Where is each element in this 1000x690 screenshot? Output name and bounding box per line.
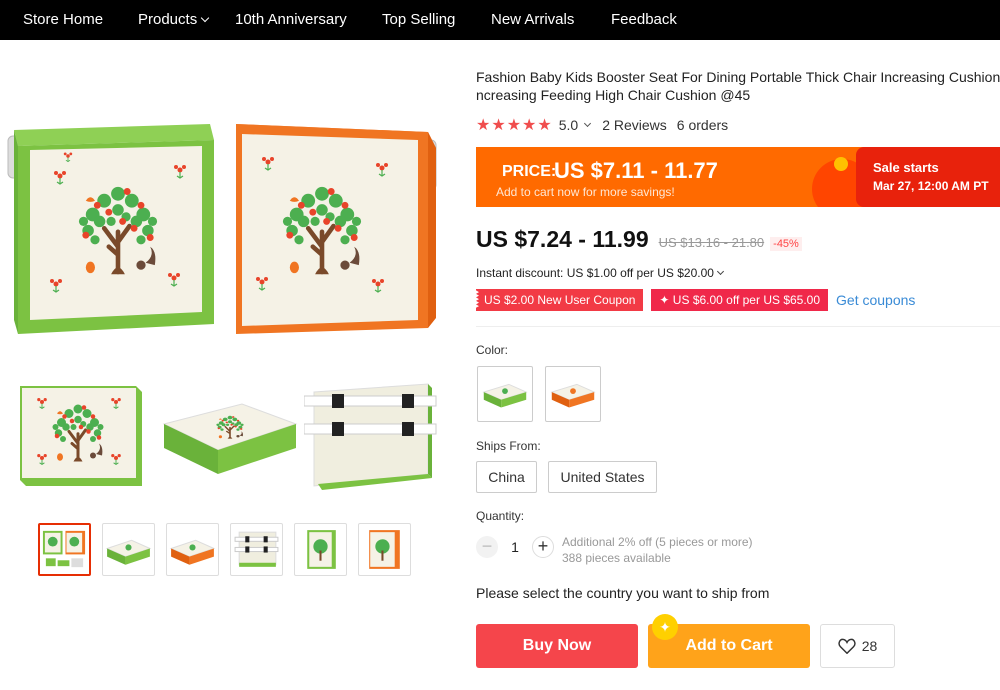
promo-price-label: PRICE: — [502, 163, 557, 180]
quantity-label: Quantity: — [476, 509, 525, 523]
instant-discount-text: Instant discount: US $1.00 off per US $2… — [476, 266, 714, 280]
store-coupon[interactable]: ✦ US $6.00 off per US $65.00 — [651, 289, 829, 311]
orders-count: 6 orders — [676, 117, 729, 133]
chevron-down-icon — [200, 13, 210, 23]
wishlist-count: 28 — [861, 638, 878, 654]
get-coupons-link[interactable]: Get coupons — [836, 292, 915, 308]
thumbnail-strip — [38, 523, 422, 576]
sale-start-box: Sale starts Mar 27, 12:00 AM PT — [856, 147, 1000, 207]
bulk-discount-note: Additional 2% off (5 pieces or more) — [562, 535, 753, 549]
product-title-line-1: Fashion Baby Kids Booster Seat For Dinin… — [476, 69, 1000, 85]
divider — [476, 326, 1000, 327]
color-label: Color: — [476, 343, 509, 357]
chevron-down-icon — [716, 267, 724, 276]
gallery-image-angled[interactable] — [160, 378, 300, 498]
discount-badge: -45% — [770, 237, 802, 251]
quantity-note: Additional 2% off (5 pieces or more) 388… — [562, 534, 753, 566]
reviews-link[interactable]: 2 Reviews — [602, 117, 667, 133]
nav-new-arrivals[interactable]: New Arrivals — [491, 11, 574, 28]
thumbnail-2[interactable] — [102, 523, 155, 576]
new-user-coupon[interactable]: US $2.00 New User Coupon — [476, 289, 644, 311]
original-price: US $13.16 - 21.80 — [658, 235, 765, 250]
quantity-increase-button[interactable]: + — [532, 536, 554, 558]
promo-banner: PRICE: US $7.11 - 11.77 Add to cart now … — [476, 147, 1000, 207]
chevron-down-icon[interactable] — [584, 119, 592, 128]
nav-products-label: Products — [138, 11, 198, 28]
product-title-line-2: ncreasing Feeding High Chair Cushion @45 — [476, 87, 751, 103]
rating-value[interactable]: 5.0 — [559, 117, 578, 133]
wishlist-button[interactable]: 28 — [820, 624, 895, 668]
sale-title: Sale starts — [873, 160, 939, 175]
quantity-stepper: − 1 + — [476, 536, 554, 558]
price-row: US $7.24 - 11.99 US $13.16 - 21.80 -45% — [476, 226, 802, 253]
thumbnail-5[interactable] — [294, 523, 347, 576]
nav-feedback[interactable]: Feedback — [611, 11, 677, 28]
gallery-image-straps[interactable] — [303, 378, 444, 498]
promo-subtext: Add to cart now for more savings! — [496, 185, 675, 199]
nav-top-selling[interactable]: Top Selling — [382, 11, 455, 28]
thumbnail-1[interactable] — [38, 523, 91, 576]
thumbnail-6[interactable] — [358, 523, 411, 576]
instant-discount[interactable]: Instant discount: US $1.00 off per US $2… — [476, 266, 724, 280]
heart-icon — [838, 638, 856, 654]
buy-now-button[interactable]: Buy Now — [476, 624, 638, 668]
stock-available: 388 pieces available — [562, 551, 671, 565]
coupon-row: US $2.00 New User Coupon ✦ US $6.00 off … — [476, 289, 915, 311]
ships-from-label: Ships From: — [476, 439, 541, 453]
ship-from-united-states[interactable]: United States — [548, 461, 657, 493]
nav-store-home[interactable]: Store Home — [23, 11, 103, 28]
current-price: US $7.24 - 11.99 — [476, 226, 649, 252]
promo-price-value: US $7.11 - 11.77 — [554, 158, 718, 183]
gallery-image-front[interactable] — [12, 378, 152, 498]
nav-products[interactable]: Products — [138, 11, 210, 28]
thumbnail-3[interactable] — [166, 523, 219, 576]
sale-date: Mar 27, 12:00 AM PT — [873, 179, 989, 193]
star-rating-icon: ★★★★★ — [476, 117, 553, 134]
quantity-decrease-button[interactable]: − — [476, 536, 498, 558]
product-title: Fashion Baby Kids Booster Seat For Dinin… — [476, 68, 1000, 104]
color-option-green[interactable] — [477, 366, 533, 422]
ship-from-china[interactable]: China — [476, 461, 537, 493]
ship-country-message: Please select the country you want to sh… — [476, 585, 770, 601]
rating-row: ★★★★★ 5.0 2 Reviews 6 orders — [476, 115, 728, 135]
store-nav: Store Home Products 10th Anniversary Top… — [0, 0, 1000, 40]
quantity-value[interactable]: 1 — [498, 539, 532, 555]
sparkle-icon: ✦ — [652, 614, 678, 640]
main-product-image[interactable] — [0, 58, 460, 358]
thumbnail-4[interactable] — [230, 523, 283, 576]
color-option-orange[interactable] — [545, 366, 601, 422]
promo-decoration-dot — [834, 157, 848, 171]
nav-10th-anniversary[interactable]: 10th Anniversary — [235, 11, 347, 28]
